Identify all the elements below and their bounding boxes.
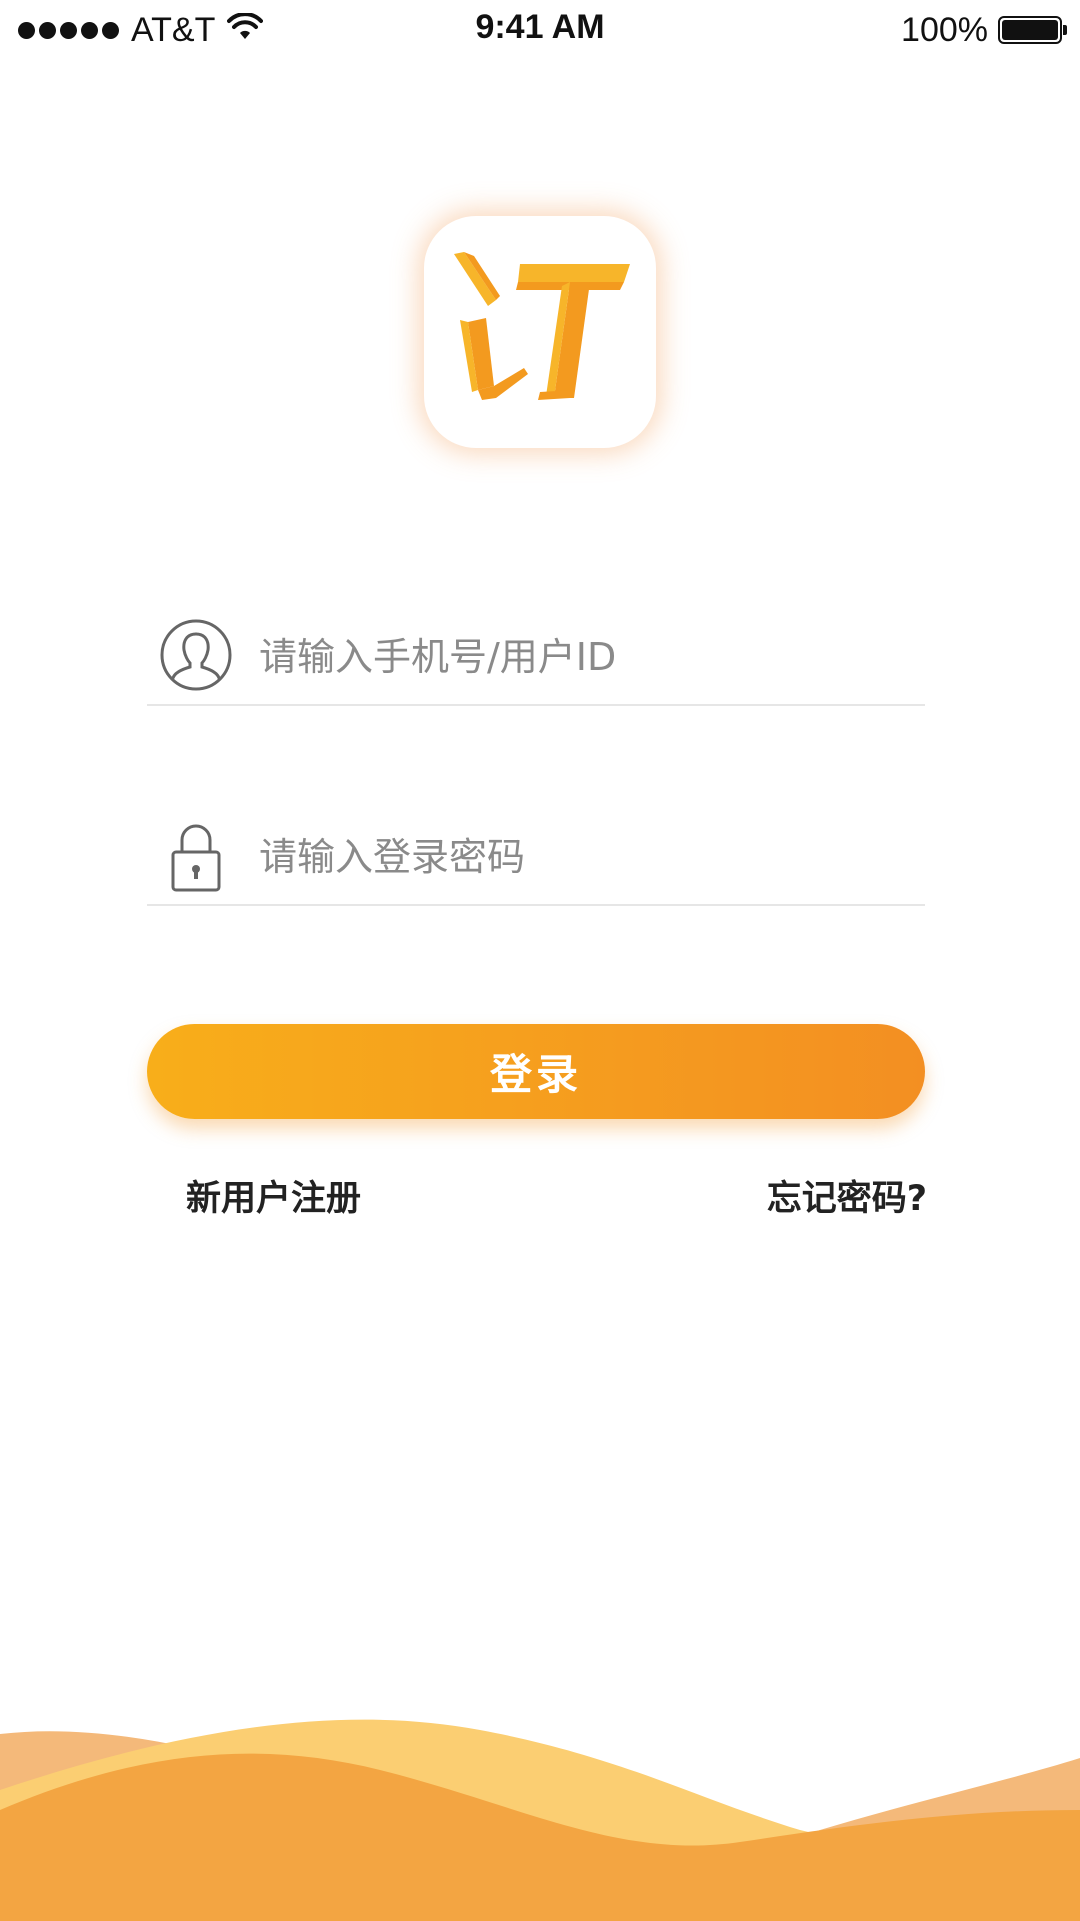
forgot-password-link[interactable]: 忘记密码?	[767, 1170, 927, 1221]
password-field	[147, 812, 925, 906]
app-logo-icon	[454, 252, 630, 400]
status-right: 100%	[901, 10, 1067, 50]
decorative-waves	[0, 1719, 1080, 1921]
user-avatar-icon	[160, 619, 232, 691]
lock-icon	[171, 824, 221, 892]
login-screen: AT&T 9:41 AM 100% 请输入手机号/用户ID 登录 新用户注册 忘…	[0, 0, 1080, 1921]
password-input[interactable]	[257, 826, 901, 888]
username-input[interactable]	[257, 626, 901, 688]
login-button[interactable]: 登录	[147, 1024, 925, 1119]
battery-percent: 100%	[901, 10, 988, 49]
battery-level-fill	[1002, 20, 1058, 40]
app-logo	[424, 216, 656, 448]
status-bar: AT&T 9:41 AM 100%	[0, 0, 1080, 60]
username-field	[147, 612, 925, 706]
battery-icon	[998, 16, 1067, 44]
register-link[interactable]: 新用户注册	[186, 1170, 361, 1221]
